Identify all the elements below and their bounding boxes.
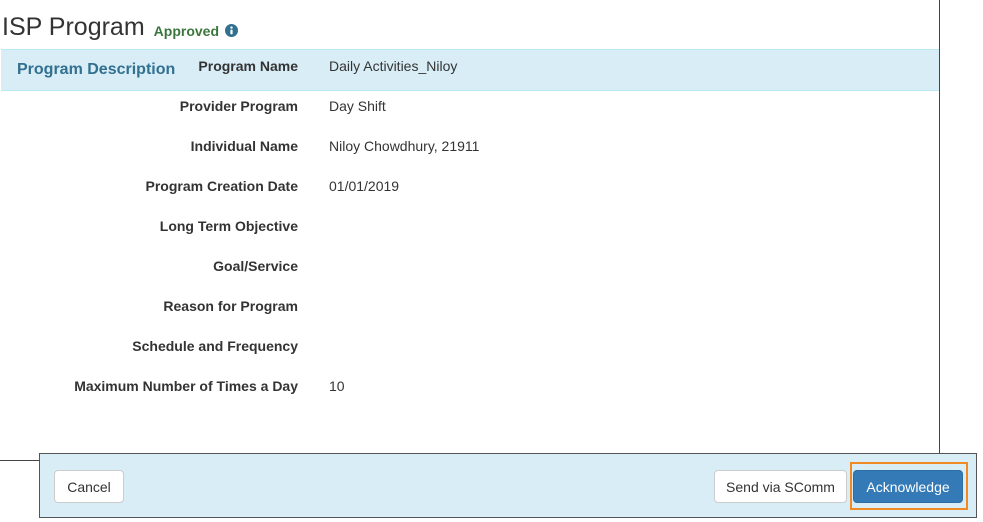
field-label: Maximum Number of Times a Day <box>74 378 298 394</box>
field-label: Reason for Program <box>163 298 298 314</box>
field-row-long-term-objective: Long Term Objective <box>0 218 938 258</box>
field-label: Goal/Service <box>213 258 298 274</box>
field-row-program-name: Program Name Daily Activities_Niloy <box>0 58 938 98</box>
field-value: Niloy Chowdhury, 21911 <box>329 138 480 154</box>
field-row-individual-name: Individual Name Niloy Chowdhury, 21911 <box>0 138 938 178</box>
field-row-schedule-and-frequency: Schedule and Frequency <box>0 338 938 378</box>
field-row-reason-for-program: Reason for Program <box>0 298 938 338</box>
field-list: Program Name Daily Activities_Niloy Prov… <box>0 58 938 418</box>
cancel-button[interactable]: Cancel <box>54 470 124 503</box>
isp-program-page: ISP Program Approved Program Description… <box>0 0 983 522</box>
page-title: ISP Program <box>2 13 145 41</box>
field-value: Daily Activities_Niloy <box>329 58 458 74</box>
send-via-scomm-button[interactable]: Send via SComm <box>714 470 847 503</box>
field-label: Provider Program <box>179 98 298 114</box>
info-circle-icon[interactable] <box>225 24 238 37</box>
status-badge: Approved <box>153 23 219 39</box>
field-value: Day Shift <box>329 98 386 114</box>
title-row: ISP Program Approved <box>0 0 238 40</box>
main-frame: ISP Program Approved Program Description… <box>0 0 940 461</box>
field-label: Schedule and Frequency <box>132 338 298 354</box>
field-label: Program Name <box>198 58 298 74</box>
field-label: Program Creation Date <box>145 178 298 194</box>
field-label: Long Term Objective <box>159 218 298 234</box>
acknowledge-button[interactable]: Acknowledge <box>853 470 963 503</box>
modal-footer: Cancel Send via SComm Acknowledge <box>39 453 977 518</box>
field-row-goal-service: Goal/Service <box>0 258 938 298</box>
field-label: Individual Name <box>190 138 298 154</box>
field-row-program-creation-date: Program Creation Date 01/01/2019 <box>0 178 938 218</box>
field-value: 10 <box>329 378 345 394</box>
field-value: 01/01/2019 <box>329 178 400 194</box>
field-row-provider-program: Provider Program Day Shift <box>0 98 938 138</box>
field-row-maximum-times-a-day: Maximum Number of Times a Day 10 <box>0 378 938 418</box>
